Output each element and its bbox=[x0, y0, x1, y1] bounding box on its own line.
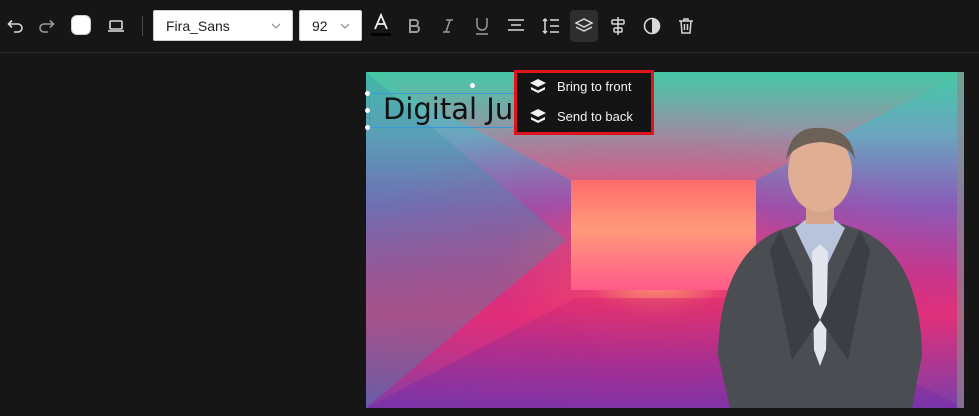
undo-button[interactable] bbox=[1, 10, 29, 42]
resize-handle-left[interactable] bbox=[365, 108, 370, 113]
chevron-down-icon bbox=[271, 23, 281, 29]
layer-order-button[interactable] bbox=[570, 10, 598, 42]
laptop-icon bbox=[108, 20, 124, 32]
resize-handle-top-left[interactable] bbox=[365, 91, 370, 96]
font-size-value: 92 bbox=[312, 17, 328, 34]
redo-button[interactable] bbox=[33, 10, 61, 42]
vertical-align-button[interactable] bbox=[604, 10, 632, 42]
bold-button[interactable] bbox=[400, 10, 428, 42]
contrast-icon bbox=[643, 17, 661, 35]
send-to-back-item[interactable]: Send to back bbox=[529, 105, 633, 127]
editor-toolbar: Fira_Sans 92 bbox=[0, 0, 979, 53]
text-box-content: Digital Jus bbox=[383, 93, 519, 126]
text-color-button[interactable] bbox=[367, 10, 395, 42]
bring-to-front-item[interactable]: Bring to front bbox=[529, 75, 631, 97]
toolbar-divider bbox=[142, 16, 143, 36]
font-family-select[interactable]: Fira_Sans bbox=[153, 10, 293, 41]
italic-button[interactable] bbox=[434, 10, 462, 42]
italic-icon bbox=[443, 19, 453, 33]
underline-button[interactable] bbox=[468, 10, 496, 42]
delete-button[interactable] bbox=[672, 10, 700, 42]
layers-icon bbox=[574, 18, 594, 32]
resize-handle-bottom-left[interactable] bbox=[365, 125, 370, 130]
device-preview-button[interactable] bbox=[102, 10, 130, 42]
layer-order-menu: Bring to front Send to back bbox=[514, 70, 654, 135]
canvas-scrollbar[interactable] bbox=[957, 72, 964, 408]
redo-icon bbox=[39, 19, 55, 33]
font-family-value: Fira_Sans bbox=[166, 17, 230, 34]
font-size-select[interactable]: 92 bbox=[299, 10, 362, 41]
layers-up-icon bbox=[530, 79, 546, 93]
opacity-button[interactable] bbox=[638, 10, 666, 42]
align-center-icon bbox=[508, 19, 524, 31]
align-vertical-icon bbox=[611, 17, 625, 35]
text-color-icon bbox=[371, 13, 391, 36]
selected-text-box[interactable]: Digital Jus bbox=[369, 93, 519, 128]
presenter-avatar[interactable] bbox=[700, 120, 940, 408]
undo-icon bbox=[7, 19, 23, 33]
background-color-swatch[interactable] bbox=[71, 15, 91, 35]
line-spacing-button[interactable] bbox=[537, 10, 565, 42]
layers-down-icon bbox=[530, 109, 546, 123]
line-spacing-icon bbox=[542, 17, 559, 35]
bold-icon bbox=[409, 19, 420, 33]
trash-icon bbox=[679, 18, 693, 34]
send-to-back-label: Send to back bbox=[557, 108, 633, 124]
bring-to-front-label: Bring to front bbox=[557, 78, 632, 94]
chevron-down-icon bbox=[340, 23, 350, 29]
underline-icon bbox=[476, 18, 488, 35]
align-center-button[interactable] bbox=[502, 10, 530, 42]
rotate-handle[interactable] bbox=[470, 83, 475, 88]
